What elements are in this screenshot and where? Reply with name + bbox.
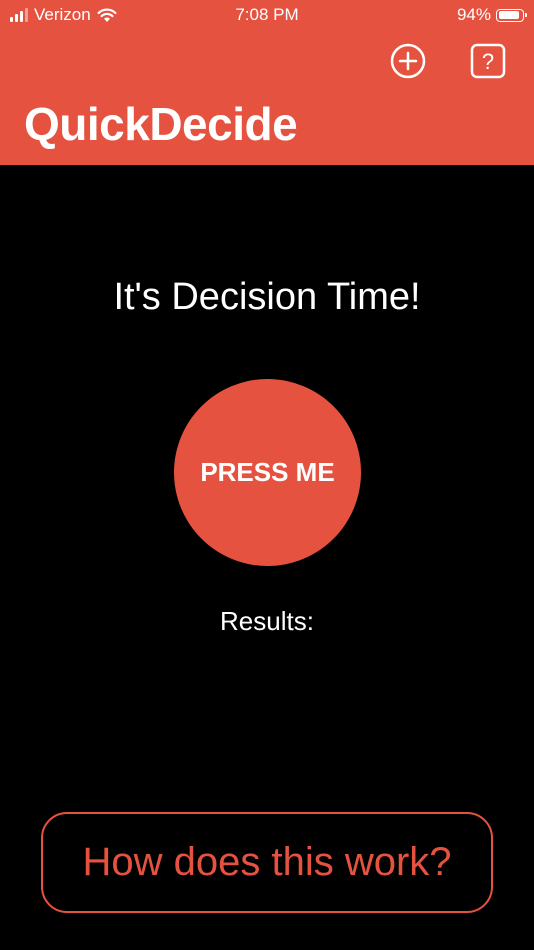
help-button[interactable]: ? xyxy=(470,43,506,79)
question-square-icon: ? xyxy=(470,43,506,79)
status-bar: Verizon 7:08 PM 94% xyxy=(0,0,534,30)
app-title: QuickDecide xyxy=(24,98,298,150)
battery-icon xyxy=(496,8,527,22)
battery-percent: 94% xyxy=(456,5,491,24)
results-area: Results: xyxy=(0,604,534,638)
how-does-this-work-button[interactable]: How does this work? xyxy=(41,812,493,913)
press-me-button[interactable]: PRESS ME xyxy=(174,379,361,566)
decision-heading: It's Decision Time! xyxy=(113,276,421,318)
header-bar: Verizon 7:08 PM 94% ? QuickDecide xyxy=(0,0,534,165)
battery-nub xyxy=(525,13,527,17)
app-screen: Verizon 7:08 PM 94% ? QuickDecide It's D… xyxy=(0,0,534,950)
battery-fill xyxy=(498,11,520,19)
results-label: Results: xyxy=(220,606,314,636)
add-button[interactable] xyxy=(390,43,426,79)
nav-actions: ? xyxy=(390,43,506,79)
svg-text:?: ? xyxy=(482,49,494,74)
status-right: 94% xyxy=(456,5,527,25)
status-time: 7:08 PM xyxy=(235,5,299,24)
plus-circle-icon xyxy=(390,43,426,79)
